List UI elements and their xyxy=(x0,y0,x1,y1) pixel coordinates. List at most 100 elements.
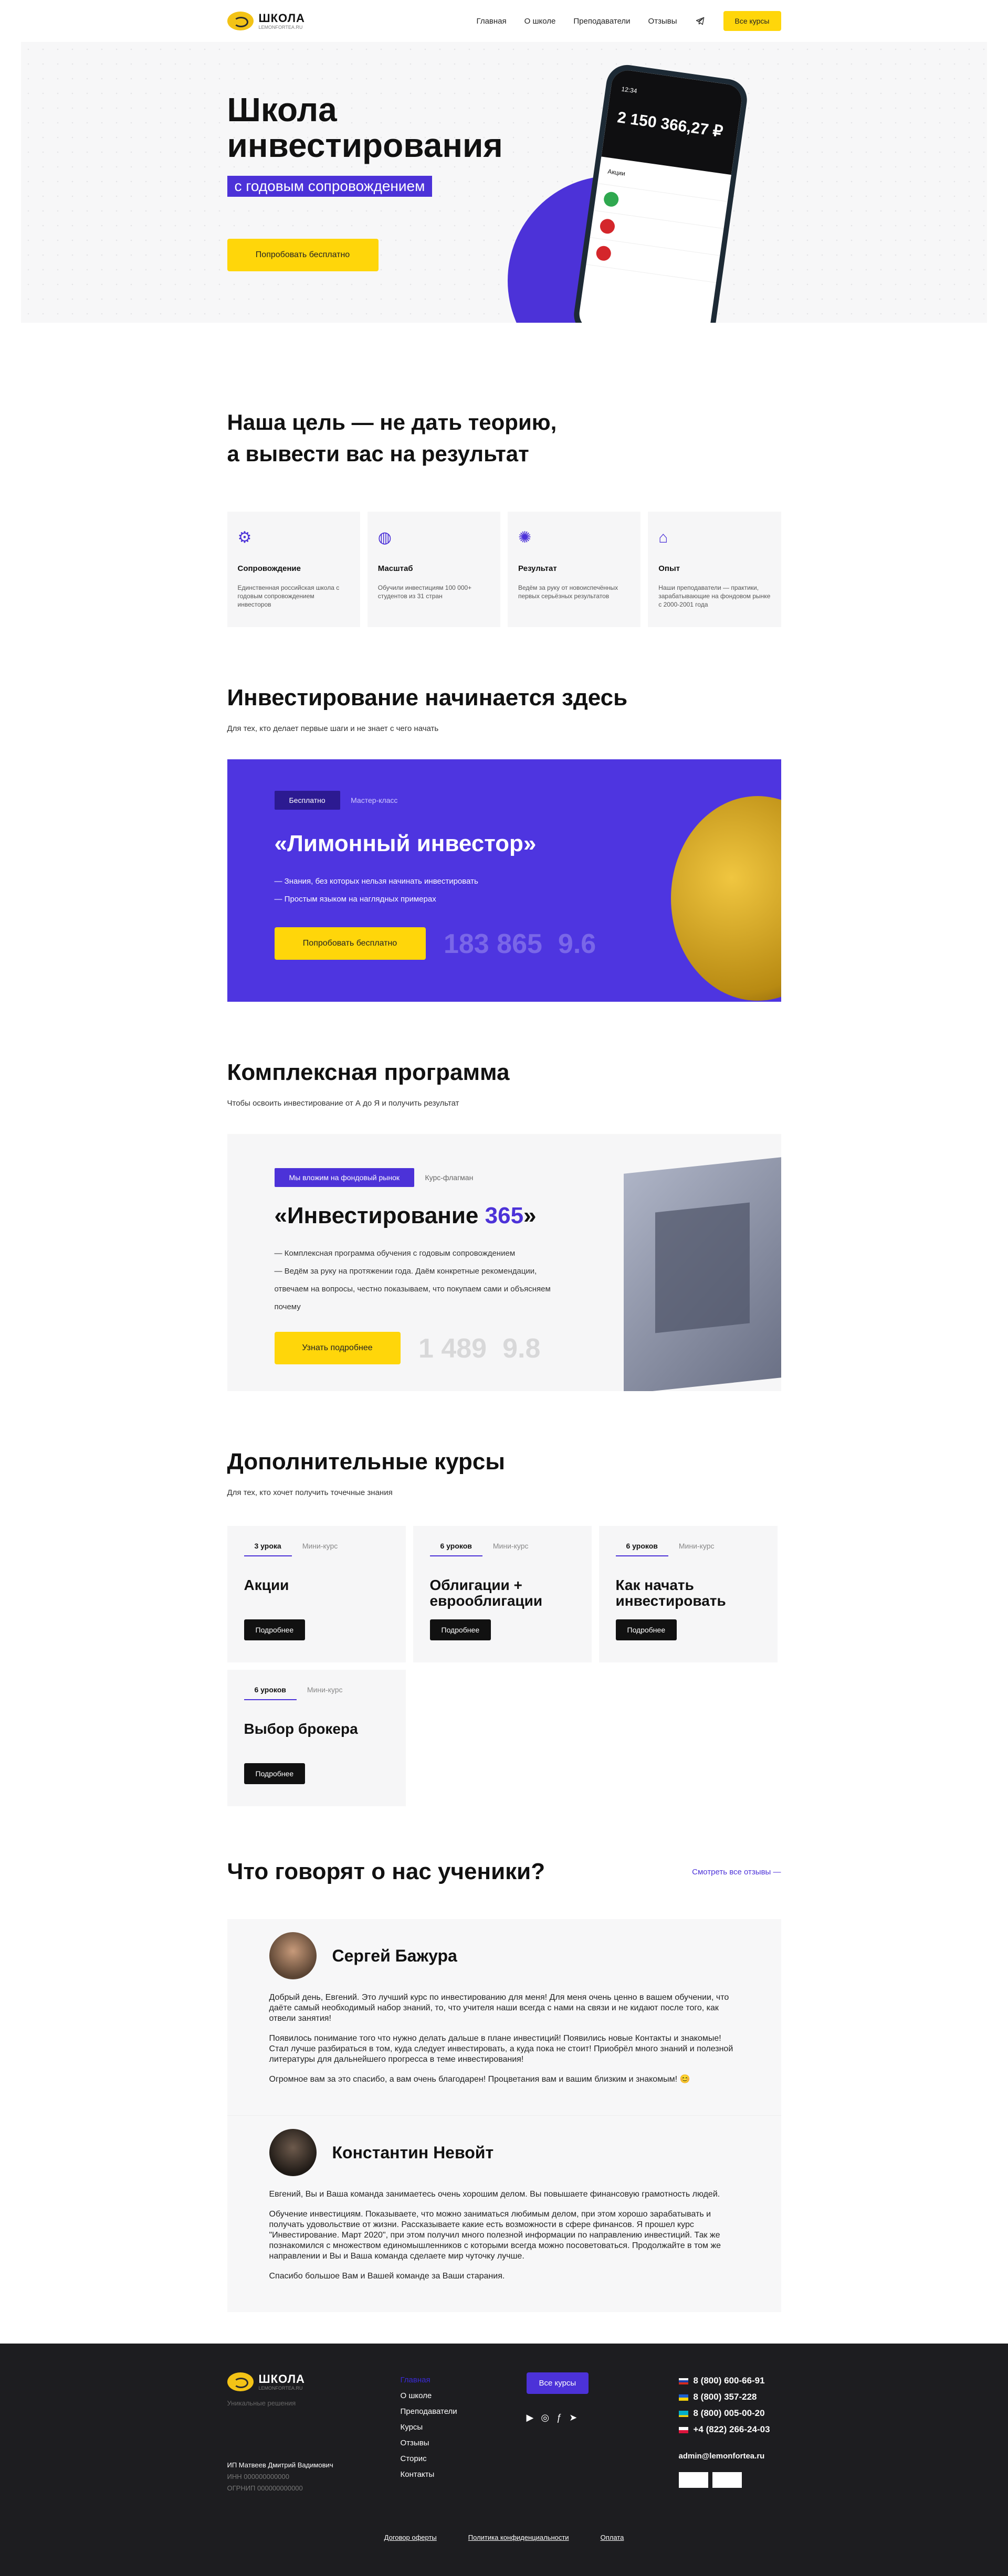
site-header: ШКОЛА LEMONFORTEA.RU Главная О школе Пре… xyxy=(227,0,781,42)
footer-all-courses-button[interactable]: Все курсы xyxy=(526,2372,589,2394)
footer-link[interactable]: Преподаватели xyxy=(401,2404,527,2420)
goal-title: Наша цель — не дать теорию, а вывести ва… xyxy=(227,407,781,470)
phone-number[interactable]: 8 (800) 357-228 xyxy=(694,2392,757,2402)
legal-ogrn: ОГРНИП 000000000000 xyxy=(227,2484,303,2492)
mini-course-card[interactable]: 6 уроков Мини-курс Облигации + еврооблига… xyxy=(413,1526,592,1662)
logo-title: ШКОЛА xyxy=(258,11,305,25)
privacy-link[interactable]: Политика конфиденциальности xyxy=(468,2533,569,2541)
market-chip: Мы вложим на фондовый рынок xyxy=(274,1168,414,1187)
try-free-button[interactable]: Попробовать бесплатно xyxy=(274,927,426,960)
nav-teachers[interactable]: Преподаватели xyxy=(573,17,630,26)
mini-course-card[interactable]: 6 уроков Мини-курс Как начать инвестирова… xyxy=(598,1526,778,1662)
nav-reviews[interactable]: Отзывы xyxy=(648,17,677,26)
feature-card: ✺ Результат Ведём за руку от новоиспечён… xyxy=(508,512,641,627)
handshake-icon: ✺ xyxy=(518,529,532,546)
legal-name: ИП Матвеев Дмитрий Вадимович xyxy=(227,2461,333,2469)
facebook-icon[interactable]: ƒ xyxy=(556,2412,562,2423)
mini-course-card[interactable]: 6 уроков Мини-курс Выбор брокера Подробне… xyxy=(227,1670,406,1806)
hero-title-line2: инвестирования xyxy=(227,126,503,164)
telegram-icon[interactable] xyxy=(695,16,706,26)
feature-title: Сопровождение xyxy=(237,564,301,573)
stat-students: 183 865 xyxy=(443,929,542,959)
review-paragraph: Огромное вам за это спасибо, а вам очень… xyxy=(269,2075,690,2084)
course-name: Выбор брокера xyxy=(244,1721,358,1737)
details-button[interactable]: Подробнее xyxy=(615,1619,677,1640)
lesson-count: 6 уроков xyxy=(615,1542,668,1556)
footer-link[interactable]: Курсы xyxy=(401,2420,527,2435)
mini-course-card[interactable]: 3 урока Мини-курс Акции Подробнее xyxy=(227,1526,406,1662)
offer-link[interactable]: Договор оферты xyxy=(384,2533,437,2541)
avatar xyxy=(269,1932,317,1979)
stat-rating: 9.8 xyxy=(502,1333,541,1364)
stat-rating: 9.6 xyxy=(558,929,596,959)
all-courses-button[interactable]: Все курсы xyxy=(723,11,781,31)
feature-desc: Единственная российская школа с годовым … xyxy=(237,584,340,608)
details-button[interactable]: Подробнее xyxy=(244,1763,306,1784)
stock-logo-icon xyxy=(598,217,616,235)
hero-title-line1: Школа xyxy=(227,91,337,129)
course-kind: Мини-курс xyxy=(302,1542,338,1550)
learn-more-button[interactable]: Узнать подробнее xyxy=(274,1332,401,1364)
safe-image xyxy=(623,1157,781,1391)
goal-title-line2: а вывести вас на результат xyxy=(227,441,529,466)
flag-pl-icon xyxy=(678,2426,688,2433)
footer-link-home[interactable]: Главная xyxy=(401,2372,527,2388)
course-name: Как начать инвестировать xyxy=(615,1577,726,1609)
feature-title: Масштаб xyxy=(377,564,413,573)
flag-ru-icon xyxy=(678,2378,688,2384)
details-button[interactable]: Подробнее xyxy=(429,1619,491,1640)
avatar xyxy=(269,2129,317,2176)
start-subtitle: Для тех, кто делает первые шаги и не зна… xyxy=(227,724,439,733)
course-kind: Мини-курс xyxy=(307,1685,343,1694)
flagship-label: Курс-флагман xyxy=(425,1173,474,1182)
instagram-icon[interactable]: ◎ xyxy=(541,2412,549,2423)
goal-title-line1: Наша цель — не дать теорию, xyxy=(227,410,557,434)
try-free-button[interactable]: Попробовать бесплатно xyxy=(227,239,379,271)
feature-desc: Обучили инвестициям 100 000+ студентов и… xyxy=(377,584,472,600)
reviewer-name: Константин Невойт xyxy=(332,2143,494,2162)
phone-time: 12:34 xyxy=(621,85,637,95)
phone-number[interactable]: +4 (822) 266-24-03 xyxy=(694,2424,770,2434)
course-name: Облигации + еврооблигации xyxy=(429,1577,543,1609)
review-card: Сергей Бажура Добрый день, Евгений. Это … xyxy=(227,1919,781,2115)
telegram-icon[interactable]: ➤ xyxy=(569,2412,577,2423)
footer-email[interactable]: admin@lemonfortea.ru xyxy=(679,2448,770,2464)
details-button[interactable]: Подробнее xyxy=(244,1619,306,1640)
footer-slogan: Уникальные решения xyxy=(227,2399,296,2407)
logo-title: ШКОЛА xyxy=(258,2372,305,2386)
nav-home[interactable]: Главная xyxy=(477,17,507,26)
logo[interactable]: ШКОЛА LEMONFORTEA.RU xyxy=(227,12,305,30)
footer-link[interactable]: Сторис xyxy=(401,2451,527,2467)
hero-tag: с годовым сопровождением xyxy=(227,176,433,197)
youtube-icon[interactable]: ▶ xyxy=(527,2412,534,2423)
course-kind: Мини-курс xyxy=(678,1542,715,1550)
complex-title: Комплексная программа xyxy=(227,1059,510,1085)
mini-courses-grid: 3 урока Мини-курс Акции Подробнее 6 уроко… xyxy=(227,1526,781,1806)
complex-subtitle: Чтобы освоить инвестирование от А до Я и… xyxy=(227,1099,459,1108)
phone-number[interactable]: 8 (800) 600-66-91 xyxy=(694,2376,765,2386)
all-reviews-link[interactable]: Смотреть все отзывы — xyxy=(692,1868,781,1877)
footer-link[interactable]: О школе xyxy=(401,2388,527,2404)
lemon-investor-banner: Бесплатно Мастер-класс «Лимонный инвесто… xyxy=(227,759,781,1002)
nav-about[interactable]: О школе xyxy=(524,17,556,26)
course-title-prefix: «Инвестирование xyxy=(274,1203,485,1228)
feature-card: ◍ Масштаб Обучили инвестициям 100 000+ с… xyxy=(367,512,500,627)
masterclass-label: Мастер-класс xyxy=(351,796,398,804)
course-title-accent: 365 xyxy=(485,1203,524,1228)
footer-link[interactable]: Отзывы xyxy=(401,2435,527,2451)
lesson-count: 6 уроков xyxy=(429,1542,482,1556)
hero: Школа инвестирования с годовым сопровожд… xyxy=(21,42,987,323)
review-paragraph: Добрый день, Евгений. Это лучший курс по… xyxy=(269,1993,729,2023)
feature-card: ⚙ Сопровождение Единственная российская … xyxy=(227,512,360,627)
phone-number[interactable]: 8 (800) 005-00-20 xyxy=(694,2408,765,2418)
payment-link[interactable]: Оплата xyxy=(601,2533,624,2541)
google-play-badge[interactable] xyxy=(712,2472,742,2488)
lemon-logo-icon xyxy=(227,12,254,30)
footer-logo[interactable]: ШКОЛА LEMONFORTEA.RU xyxy=(227,2372,401,2391)
app-store-badge[interactable] xyxy=(678,2472,708,2488)
lemon-point: Простым языком на наглядных примерах xyxy=(275,891,596,908)
legal-inn: ИНН 000000000000 xyxy=(227,2473,290,2480)
footer-link[interactable]: Контакты xyxy=(401,2467,527,2483)
golden-lemon-image xyxy=(670,796,781,1001)
site-footer: ШКОЛА LEMONFORTEA.RU Уникальные решения … xyxy=(0,2344,1008,2576)
